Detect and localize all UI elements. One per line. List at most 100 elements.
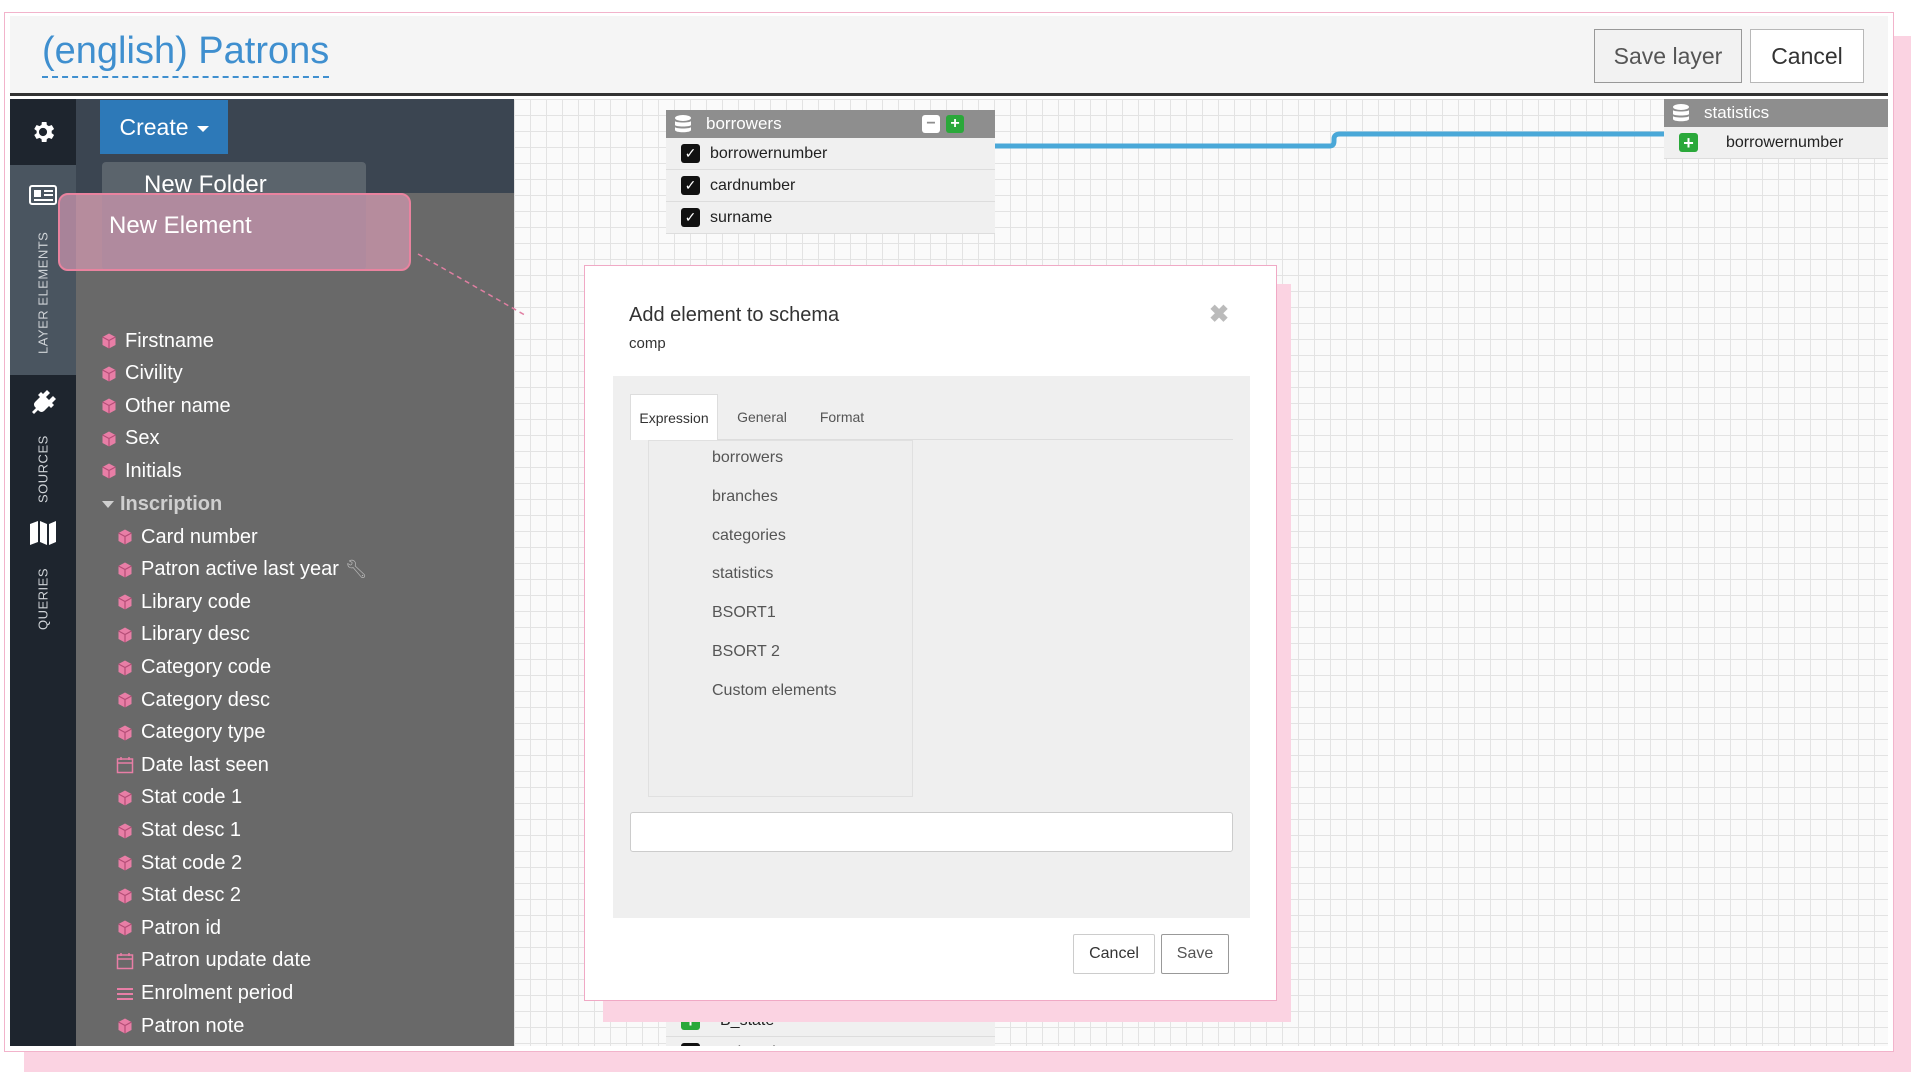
dialog-tabs: Expression General Format	[630, 394, 1233, 440]
table-row[interactable]: ✓ borrowernumber	[666, 138, 995, 170]
tree-item-label: Date last seen	[141, 753, 269, 776]
dialog-save-button[interactable]: Save	[1161, 934, 1229, 974]
close-icon[interactable]: ✖	[1209, 300, 1229, 329]
add-column-icon[interactable]: +	[1679, 133, 1698, 152]
cube-icon	[118, 920, 132, 936]
source-list: borrowers branches categories statistics BSO…	[648, 440, 913, 797]
cube-icon	[102, 431, 116, 447]
tree-item[interactable]: Other name	[100, 391, 231, 421]
borrowers-table-header[interactable]: borrowers − +	[666, 110, 995, 138]
collapse-icon[interactable]: −	[922, 115, 940, 133]
tree-item[interactable]: Patron note	[116, 1011, 244, 1041]
calendar-icon	[116, 952, 134, 970]
cube-icon	[118, 888, 132, 904]
database-icon	[1673, 104, 1689, 122]
tree-item-label: Stat code 2	[141, 851, 243, 874]
borrowers-table-name: borrowers	[706, 114, 782, 133]
tree-item[interactable]: Stat desc 2	[116, 881, 241, 911]
cube-icon	[118, 1018, 132, 1034]
list-item[interactable]: Custom elements	[712, 682, 837, 700]
tree-folder-inscription[interactable]: Inscription	[102, 489, 222, 519]
cube-icon	[118, 692, 132, 708]
list-item[interactable]: BSORT1	[712, 604, 776, 622]
checkbox-checked-icon[interactable]: ✓	[681, 1043, 700, 1046]
cube-icon	[118, 790, 132, 806]
cube-icon	[102, 398, 116, 414]
dialog-body: Expression General Format borrowers branc…	[613, 376, 1250, 918]
dialog-title: Add element to schema	[629, 304, 840, 326]
tree-item-label: Patron note	[141, 1014, 245, 1037]
tree-item-label: Library code	[141, 590, 252, 613]
tree-item[interactable]: Category desc	[116, 685, 270, 715]
column-name: B_zipcode	[710, 1044, 785, 1047]
table-row[interactable]: ✓ surname	[666, 202, 995, 234]
list-item[interactable]: categories	[712, 527, 786, 545]
wrench-icon[interactable]: 🔧︎	[345, 559, 368, 580]
tree-item-label: Category type	[141, 721, 266, 744]
tree-item[interactable]: Date last seen	[116, 750, 269, 780]
tree-item[interactable]: Library desc	[116, 620, 250, 650]
tree-item[interactable]: Stat code 2	[116, 848, 242, 878]
tree-item-label: Civility	[125, 362, 183, 385]
cube-icon	[102, 333, 116, 349]
list-item[interactable]: branches	[712, 488, 778, 506]
tree-item[interactable]: Patron update date	[116, 946, 311, 976]
list-item[interactable]: BSORT 2	[712, 643, 780, 661]
tree-item[interactable]: Enrolment period	[116, 979, 293, 1009]
tree-item[interactable]: Sex	[100, 424, 159, 454]
table-row[interactable]: ✓ B_zipcode	[666, 1037, 995, 1046]
column-name: borrowernumber	[710, 144, 828, 162]
tree-item[interactable]: Library code	[116, 587, 251, 617]
tab-general[interactable]: General	[722, 394, 802, 440]
caret-down-icon	[102, 500, 114, 508]
sources-label: SOURCES	[35, 435, 51, 503]
column-name: cardnumber	[710, 176, 796, 194]
tree-item[interactable]: Card number	[116, 522, 258, 552]
column-name: borrowernumber	[1726, 133, 1844, 151]
cube-icon	[118, 529, 132, 545]
tab-format[interactable]: Format	[802, 394, 882, 440]
table-row[interactable]: ✓ cardnumber	[666, 170, 995, 202]
tree-item[interactable]: Firstname	[100, 326, 214, 356]
borrowers-table[interactable]: borrowers − + ✓ borrowernumber ✓ cardnumber…	[666, 110, 995, 234]
dialog-cancel-button[interactable]: Cancel	[1073, 934, 1155, 974]
statistics-table[interactable]: statistics + borrowernumber	[1664, 99, 1888, 159]
list-item[interactable]: statistics	[712, 565, 773, 583]
tree-item-label: Library desc	[141, 623, 250, 646]
tree-item-label: Patron update date	[141, 949, 312, 972]
tree-item[interactable]: Patron active last year 🔧︎	[116, 555, 368, 585]
dialog-subtitle: comp	[629, 335, 666, 352]
tree-item-label: Category code	[141, 656, 272, 678]
expression-input[interactable]	[630, 812, 1233, 852]
tree-item[interactable]: Category type	[116, 718, 266, 748]
cube-icon	[118, 725, 132, 741]
tree-item[interactable]: Stat code 1	[116, 783, 242, 813]
cancel-button[interactable]: Cancel	[1750, 29, 1864, 83]
tree-item-label: Stat desc 1	[141, 819, 242, 841]
tree-item[interactable]: Initials	[100, 456, 182, 486]
tree-item[interactable]: Stat desc 1	[116, 816, 241, 846]
save-layer-button[interactable]: Save layer	[1594, 29, 1742, 83]
tree-item[interactable]: Civility	[100, 359, 183, 389]
tree-item-label: Other name	[125, 394, 231, 417]
cube-icon	[118, 855, 132, 871]
cube-icon	[118, 627, 132, 643]
tree-item-label: Patron active last year	[141, 558, 339, 581]
tree-item[interactable]: Patron id	[116, 913, 221, 943]
column-name: surname	[710, 208, 773, 226]
tree-item-label: Sex	[125, 427, 160, 450]
add-icon[interactable]: +	[946, 115, 964, 133]
tree-item-label: Enrolment period	[141, 982, 294, 1004]
tree-item[interactable]: Category code	[116, 653, 271, 683]
cube-icon	[118, 823, 132, 838]
tree-item-label: Initials	[125, 459, 182, 482]
cube-icon	[102, 463, 116, 479]
tree-item[interactable]: OPAC note	[116, 1044, 241, 1046]
tab-expression[interactable]: Expression	[630, 394, 718, 440]
tree-item-label: Stat code 1	[141, 786, 243, 809]
list-item[interactable]: borrowers	[712, 449, 783, 467]
tree-item-label: Patron id	[141, 916, 222, 939]
statistics-table-header[interactable]: statistics	[1664, 99, 1888, 127]
table-row[interactable]: + borrowernumber	[1664, 127, 1888, 159]
cube-icon	[118, 660, 132, 675]
